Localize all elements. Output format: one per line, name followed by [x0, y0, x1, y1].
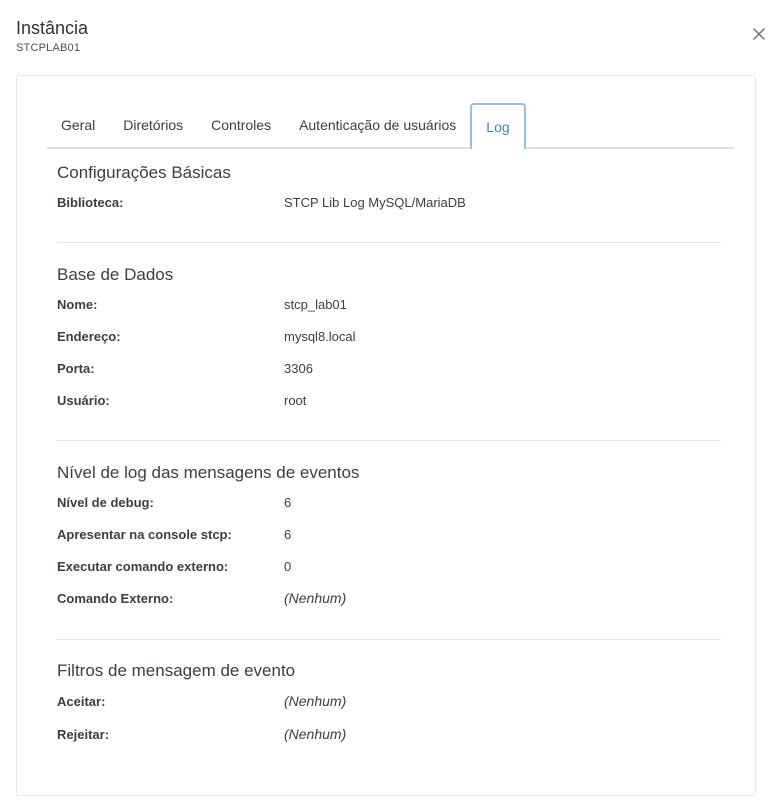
field-label: Endereço:: [57, 328, 121, 344]
instance-card: Geral Diretórios Controles Autenticação …: [16, 75, 756, 796]
field-label: Apresentar na console stcp:: [57, 526, 232, 542]
field-label: Biblioteca:: [57, 194, 124, 210]
field-row: Porta: 3306: [57, 352, 721, 384]
field-row: Rejeitar: (Nenhum): [57, 717, 721, 751]
tab-geral[interactable]: Geral: [47, 103, 109, 147]
field-value: 6: [284, 526, 292, 542]
section-database: Base de Dados Nome: stcp_lab01 Endereço:…: [57, 264, 721, 416]
field-row: Comando Externo: (Nenhum): [57, 582, 721, 614]
field-label: Nome:: [57, 296, 98, 312]
field-label: Rejeitar:: [57, 726, 110, 742]
field-label: Nível de debug:: [57, 494, 154, 510]
close-icon[interactable]: [751, 26, 767, 42]
field-label: Aceitar:: [57, 693, 106, 709]
section-title: Nível de log das mensagens de eventos: [57, 463, 360, 482]
dialog-header: Instância STCPLAB01: [16, 16, 88, 54]
field-label: Executar comando externo:: [57, 558, 229, 574]
section-title: Configurações Básicas: [57, 163, 231, 182]
field-label: Usuário:: [57, 392, 110, 408]
tab-bar: Geral Diretórios Controles Autenticação …: [47, 101, 734, 149]
tab-diretorios[interactable]: Diretórios: [109, 103, 197, 147]
dialog-subtitle: STCPLAB01: [16, 42, 81, 54]
tab-log[interactable]: Log: [470, 103, 526, 149]
divider: [57, 639, 721, 640]
field-row: Apresentar na console stcp: 6: [57, 518, 721, 550]
tab-autenticacao[interactable]: Autenticação de usuários: [285, 103, 470, 147]
field-label: Comando Externo:: [57, 590, 174, 606]
field-value: mysql8.local: [284, 328, 356, 344]
field-value: 0: [284, 558, 292, 574]
field-row: Nome: stcp_lab01: [57, 288, 721, 320]
tab-controles[interactable]: Controles: [197, 103, 285, 147]
field-label: Porta:: [57, 360, 95, 376]
section-title: Base de Dados: [57, 265, 174, 284]
field-row: Nível de debug: 6: [57, 486, 721, 518]
section-basic: Configurações Básicas Biblioteca: STCP L…: [57, 162, 721, 218]
section-title: Filtros de mensagem de evento: [57, 661, 296, 680]
field-row: Usuário: root: [57, 384, 721, 416]
section-log-level: Nível de log das mensagens de eventos Ní…: [57, 462, 721, 614]
divider: [57, 242, 721, 243]
field-value: root: [284, 392, 307, 408]
field-row: Biblioteca: STCP Lib Log MySQL/MariaDB: [57, 186, 721, 218]
divider: [57, 440, 721, 441]
field-row: Endereço: mysql8.local: [57, 320, 721, 352]
field-value: 6: [284, 494, 292, 510]
field-value: (Nenhum): [284, 726, 347, 742]
field-row: Aceitar: (Nenhum): [57, 685, 721, 717]
field-value: (Nenhum): [284, 590, 347, 606]
field-value: stcp_lab01: [284, 296, 347, 312]
field-value: (Nenhum): [284, 693, 347, 709]
section-filters: Filtros de mensagem de evento Aceitar: (…: [57, 660, 721, 751]
field-value: 3306: [284, 360, 313, 376]
field-row: Executar comando externo: 0: [57, 550, 721, 582]
field-value: STCP Lib Log MySQL/MariaDB: [284, 194, 466, 210]
dialog-title: Instância: [16, 18, 89, 38]
